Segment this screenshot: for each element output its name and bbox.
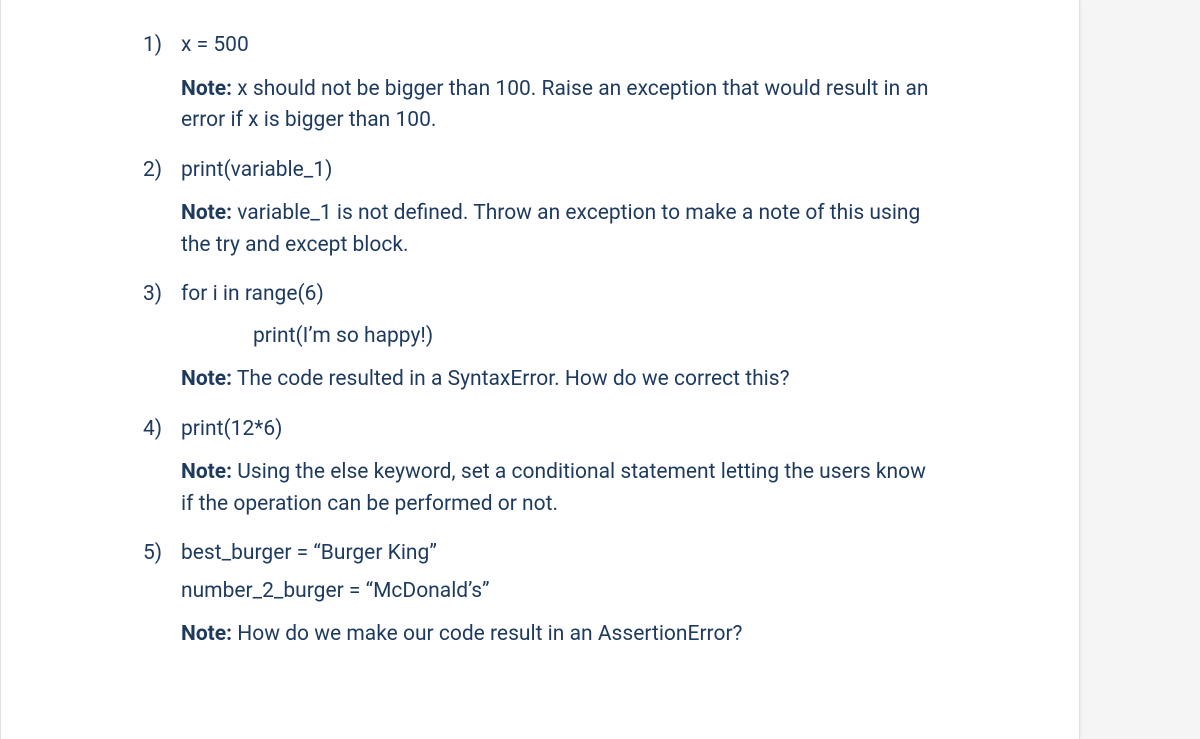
item-header: 3) for i in range(6)	[143, 279, 939, 311]
list-item: 3) for i in range(6) print(I’m so happy!…	[143, 279, 939, 396]
item-note: Note: The code resulted in a SyntaxError…	[143, 364, 939, 396]
item-number: 1)	[143, 30, 181, 62]
list-item: 4) print(12*6) Note: Using the else keyw…	[143, 414, 939, 521]
item-note: Note: How do we make our code result in …	[143, 619, 939, 651]
item-number: 5)	[143, 538, 181, 570]
content-area: 1) x = 500 Note: x should not be bigger …	[1, 30, 1079, 651]
note-text: x should not be bigger than 100. Raise a…	[181, 77, 928, 133]
item-note: Note: Using the else keyword, set a cond…	[143, 457, 939, 520]
item-code: print(12*6)	[181, 414, 282, 446]
item-code: for i in range(6)	[181, 279, 324, 311]
item-note: Note: variable_1 is not defined. Throw a…	[143, 198, 939, 261]
item-number: 3)	[143, 279, 181, 311]
note-text: Using the else keyword, set a conditiona…	[181, 460, 926, 516]
note-label: Note:	[181, 201, 232, 225]
list-item: 1) x = 500 Note: x should not be bigger …	[143, 30, 939, 137]
note-label: Note:	[181, 367, 232, 391]
item-code: x = 500	[181, 30, 249, 62]
note-label: Note:	[181, 460, 232, 484]
note-text: The code resulted in a SyntaxError. How …	[232, 367, 789, 391]
item-indented-code: print(I’m so happy!)	[143, 321, 939, 353]
item-code: print(variable_1)	[181, 155, 332, 187]
item-code: best_burger = “Burger King”	[181, 538, 437, 570]
item-number: 4)	[143, 414, 181, 446]
item-header: 4) print(12*6)	[143, 414, 939, 446]
list-item: 2) print(variable_1) Note: variable_1 is…	[143, 155, 939, 262]
note-text: variable_1 is not defined. Throw an exce…	[181, 201, 920, 257]
item-header: 1) x = 500	[143, 30, 939, 62]
list-item: 5) best_burger = “Burger King” number_2_…	[143, 538, 939, 651]
item-header: 2) print(variable_1)	[143, 155, 939, 187]
page-container: 1) x = 500 Note: x should not be bigger …	[0, 0, 1080, 739]
note-text: How do we make our code result in an Ass…	[232, 622, 742, 646]
note-label: Note:	[181, 77, 232, 101]
item-note: Note: x should not be bigger than 100. R…	[143, 74, 939, 137]
note-label: Note:	[181, 622, 232, 646]
item-subline: number_2_burger = “McDonald’s”	[143, 576, 939, 608]
item-number: 2)	[143, 155, 181, 187]
item-header: 5) best_burger = “Burger King”	[143, 538, 939, 570]
